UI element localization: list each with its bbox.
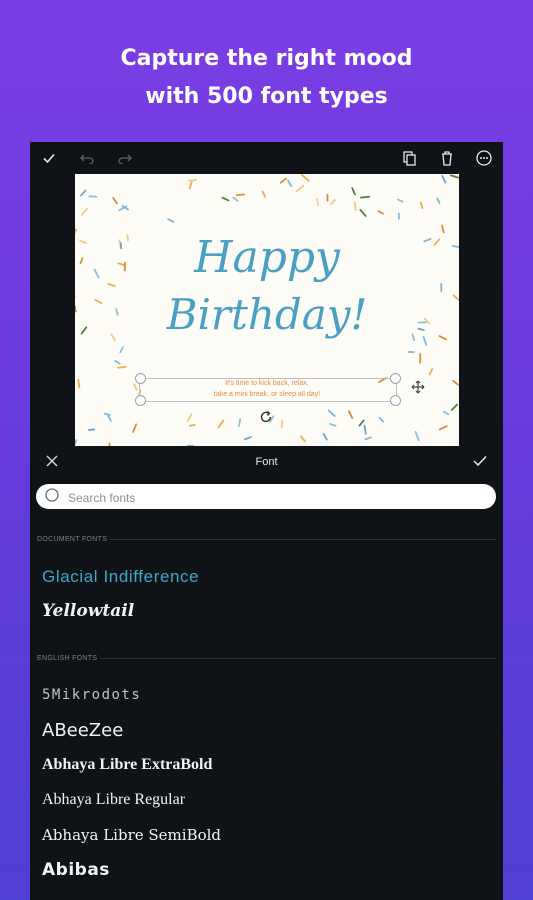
canvas-title-birthday[interactable]: Birthday!: [75, 290, 459, 339]
confetti-piece: [112, 197, 118, 205]
caption-line-1: It's time to kick back, relax,: [225, 380, 309, 387]
confetti-piece: [300, 435, 306, 443]
more-icon[interactable]: [473, 148, 495, 168]
font-item-glacial-indifference[interactable]: Glacial Indifference: [42, 567, 199, 587]
confetti-piece: [436, 197, 441, 204]
font-panel-title: Font: [255, 456, 278, 468]
redo-icon[interactable]: [114, 148, 136, 168]
confetti-piece: [347, 410, 354, 419]
search-icon: [44, 487, 59, 502]
confetti-piece: [238, 418, 242, 427]
undo-icon[interactable]: [76, 148, 98, 168]
headline-line-1: Capture the right mood: [120, 46, 413, 71]
confetti-piece: [133, 383, 138, 391]
confetti-piece: [450, 403, 458, 411]
confetti-piece: [188, 424, 196, 427]
font-item-abeezee[interactable]: ABeeZee: [42, 720, 123, 741]
canvas-title-happy[interactable]: Happy: [75, 232, 459, 283]
confetti-piece: [360, 195, 370, 199]
confetti-piece: [438, 425, 448, 431]
font-item-abhaya-libre-regular[interactable]: Abhaya Libre Regular: [42, 791, 185, 809]
check-icon[interactable]: [473, 454, 487, 471]
editor-toolbar: [30, 142, 503, 174]
confetti-piece: [364, 436, 372, 441]
confetti-piece: [419, 201, 424, 210]
confetti-piece: [79, 189, 87, 197]
confetti-piece: [295, 184, 305, 193]
confetti-piece: [301, 174, 310, 182]
confetti-piece: [428, 368, 434, 376]
confetti-piece: [414, 430, 420, 441]
confetti-piece: [132, 423, 138, 433]
confetti-piece: [450, 174, 459, 179]
confetti-piece: [329, 423, 337, 427]
headline-line-2: with 500 font types: [145, 84, 388, 109]
confetti-piece: [261, 190, 267, 198]
confetti-piece: [316, 197, 320, 207]
check-icon[interactable]: [38, 148, 60, 168]
confetti-piece: [217, 419, 225, 429]
section-label-english-fonts: ENGLISH FONTS: [37, 655, 98, 662]
font-search-bar[interactable]: [36, 484, 496, 509]
divider: [100, 658, 496, 659]
promo-headline: Capture the right mood with 500 font typ…: [0, 40, 533, 116]
confetti-piece: [243, 436, 252, 441]
confetti-piece: [441, 175, 447, 184]
font-panel-header: Font: [30, 446, 503, 480]
confetti-piece: [327, 409, 336, 417]
confetti-piece: [353, 201, 357, 211]
copy-icon[interactable]: [398, 148, 420, 168]
confetti-piece: [351, 187, 356, 196]
caption-line-2: take a mini break, or sleep all day!: [213, 391, 321, 398]
canvas-caption[interactable]: It's time to kick back, relax, take a mi…: [139, 378, 395, 400]
confetti-piece: [397, 198, 404, 203]
font-item-yellowtail[interactable]: Yellowtail: [42, 601, 134, 621]
confetti-piece: [107, 414, 112, 422]
confetti-piece: [103, 412, 111, 416]
confetti-piece: [87, 428, 96, 431]
font-item-abhaya-libre-extrabold[interactable]: Abhaya Libre ExtraBold: [42, 756, 212, 774]
divider: [110, 539, 496, 540]
confetti-piece: [186, 413, 193, 422]
confetti-piece: [221, 196, 230, 202]
confetti-piece: [330, 199, 336, 206]
confetti-piece: [119, 346, 124, 354]
confetti-piece: [107, 282, 116, 287]
font-item-5mikrodots[interactable]: 5Mikrodots: [42, 687, 141, 703]
confetti-piece: [232, 196, 239, 202]
confetti-piece: [117, 365, 127, 369]
confetti-piece: [280, 419, 284, 429]
section-label-document-fonts: DOCUMENT FONTS: [37, 536, 108, 543]
confetti-piece: [359, 208, 367, 217]
trash-icon[interactable]: [436, 148, 458, 168]
confetti-piece: [77, 378, 81, 389]
confetti-piece: [75, 439, 78, 446]
editor-screen: Happy Birthday! It's time to kick back, …: [30, 142, 503, 900]
confetti-piece: [363, 424, 367, 435]
confetti-piece: [167, 218, 175, 223]
confetti-piece: [287, 179, 293, 187]
confetti-piece: [114, 360, 121, 365]
confetti-piece: [377, 210, 384, 215]
confetti-piece: [235, 193, 245, 197]
confetti-piece: [378, 416, 384, 423]
confetti-piece: [322, 432, 328, 441]
confetti-piece: [452, 379, 459, 386]
design-canvas[interactable]: Happy Birthday! It's time to kick back, …: [75, 174, 459, 446]
font-item-abhaya-libre-semibold[interactable]: Abhaya Libre SemiBold: [42, 826, 221, 844]
confetti-piece: [188, 178, 197, 182]
font-item-abibas[interactable]: Abibas: [42, 860, 110, 880]
confetti-piece: [279, 177, 287, 184]
confetti-piece: [358, 419, 365, 427]
confetti-piece: [188, 181, 193, 190]
confetti-piece: [443, 410, 450, 416]
search-input[interactable]: [66, 487, 470, 508]
confetti-piece: [80, 207, 89, 216]
